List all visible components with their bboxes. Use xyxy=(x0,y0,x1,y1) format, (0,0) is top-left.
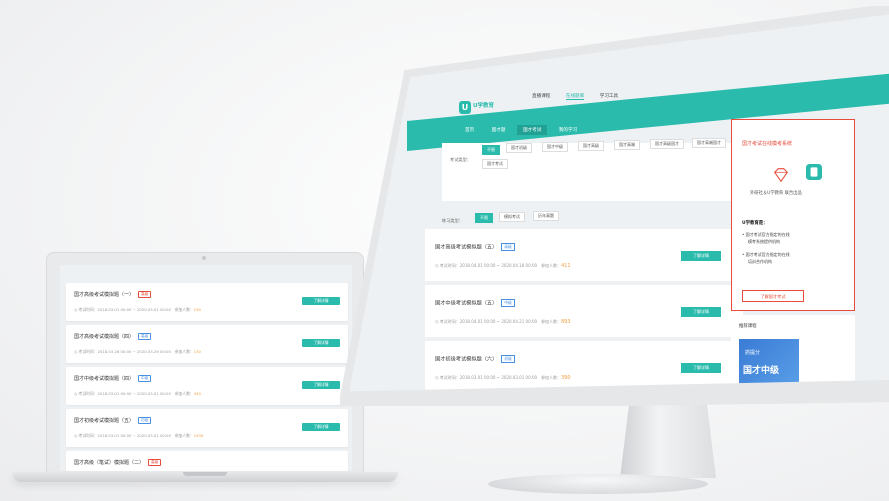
practice-chip[interactable]: 不限 xyxy=(475,213,493,223)
exam-card: 国才初级考试模拟题（五） 初级 ◷ 考试时间：2018.03.01 00:00 ~… xyxy=(66,409,348,447)
camera-icon xyxy=(202,256,206,260)
promo-heading: 国才考试在线模考系统 xyxy=(742,141,793,147)
main-tabs: 首页 国才题 国才考试 我的学习 xyxy=(459,125,587,135)
promo-item: 培训合作机构 xyxy=(748,259,772,264)
exam-meta: ◷ 考试时间：2018.03.28 00:00 ~ 2020.03.29 00:… xyxy=(74,349,201,354)
exam-title: 国才中级考试模拟题（五） 中级 xyxy=(435,299,515,307)
exam-card: 国才高级考试模拟题（一） 高级 ◷ 考试时间：2018.03.01 00:00 ~… xyxy=(66,283,348,321)
topnav-item-tools[interactable]: 学习工具 xyxy=(600,94,618,99)
filter-chip[interactable]: 国才考试 xyxy=(482,159,508,169)
top-nav: 直播课程 在线题库 学习工具 xyxy=(532,93,632,100)
topnav-item-live[interactable]: 直播课程 xyxy=(532,94,550,99)
laptop-device: 国才高级考试模拟题（一） 高级 ◷ 考试时间：2018.03.01 00:00 ~… xyxy=(12,252,398,490)
laptop-lid: 国才高级考试模拟题（一） 高级 ◷ 考试时间：2018.03.01 00:00 ~… xyxy=(46,252,364,474)
exam-tag: 高级 xyxy=(501,243,515,251)
exam-meta: ◷ 考试时间：2018.03.01 00:00 ~ 2020.03.01 00:… xyxy=(74,307,201,312)
filter-chip[interactable]: 国才高级 xyxy=(578,141,604,151)
exam-meta: ◷ 考试时间：2018.03.01 00:00 ~ 2020.03.01 00:… xyxy=(435,375,571,381)
topnav-item-bank[interactable]: 在线题库 xyxy=(565,94,585,100)
exam-title: 国才中级考试模拟题（四） 中级 xyxy=(74,375,152,382)
exam-card: 国才高级考试模拟题（五） 高级 ◷ 考试时间：2018.04.01 00:00 ~… xyxy=(425,229,743,281)
filter-chip[interactable]: 国才中级 xyxy=(542,142,568,152)
exam-title: 国才高级考试模拟题（五） 高级 xyxy=(435,243,515,251)
monitor-device: U U学教育 直播课程 在线题库 学习工具 首页 国才题 国才考试 我的学习 考… xyxy=(340,6,889,406)
logo-icon: U xyxy=(459,101,471,114)
exam-card: 国才中级考试模拟题（四） 中级 ◷ 考试时间：2018.03.01 00:00 ~… xyxy=(66,367,348,405)
exam-meta: ◷ 考试时间：2018.03.01 00:00 ~ 2020.03.01 00:… xyxy=(74,433,204,438)
filter-chip[interactable]: 国才高级国才 xyxy=(650,139,684,149)
tab-exam[interactable]: 国才考试 xyxy=(516,125,548,135)
promo-subtitle: 外研社＆U学教育 联合出品 xyxy=(750,191,802,196)
details-button[interactable]: 了解详情 xyxy=(302,339,340,347)
learn-exam-button[interactable]: 了解国才考试 xyxy=(742,290,804,302)
filter-chip[interactable]: 国才初级 xyxy=(506,143,532,153)
tab-questions[interactable]: 国才题 xyxy=(486,125,512,135)
recommended-heading: 推荐课程 xyxy=(739,324,757,329)
laptop-notch xyxy=(183,472,227,476)
promo-item: • 国才考试官方指定的在线 xyxy=(742,252,790,257)
exam-title: 国才初级考试模拟题（六） 初级 xyxy=(435,355,515,363)
mock-system-promo: 国才考试在线模考系统 外研社＆U学教育 联合出品 U学教育是： • 国才考试官方… xyxy=(731,119,855,311)
product-showcase: 国才高级考试模拟题（一） 高级 ◷ 考试时间：2018.03.01 00:00 ~… xyxy=(0,0,889,501)
details-button[interactable]: 了解详情 xyxy=(302,381,340,389)
filter-chip[interactable]: 国才高端 xyxy=(614,140,640,150)
filter-chip[interactable]: 不限 xyxy=(482,145,500,155)
details-button[interactable]: 了解详情 xyxy=(681,251,721,261)
filter-chip[interactable]: 国才高端国才 xyxy=(692,138,726,148)
exam-meta: ◷ 考试时间：2018.04.01 00:00 ~ 2020.04.18 00:… xyxy=(435,263,571,269)
diamond-icon xyxy=(773,168,789,183)
practice-chip[interactable]: 历年真题 xyxy=(533,211,559,221)
course-badge: 抓提分 xyxy=(745,350,761,356)
exam-card: 国才中级考试模拟题（五） 中级 ◷ 考试时间：2018.04.01 00:00 ~… xyxy=(425,285,743,337)
exam-card: 国才高级（笔试）模拟题（二） 高级 xyxy=(66,451,348,471)
promo-item: • 国才考试官方指定的在线 xyxy=(742,232,790,237)
exam-tag: 高级 xyxy=(138,333,152,340)
details-button[interactable]: 了解详情 xyxy=(302,423,340,431)
exam-tag: 中级 xyxy=(501,299,515,307)
course-title: 国才中级 xyxy=(743,366,780,376)
brand-logo[interactable]: U U学教育 xyxy=(459,101,494,114)
filter-panel: 考试类型： 不限 国才初级 国才中级 国才高级 国才高端 国才高级国才 国才高端… xyxy=(442,138,747,201)
exam-title: 国才初级考试模拟题（五） 初级 xyxy=(74,417,152,424)
promo-item: 模考系统提供机构 xyxy=(748,239,780,244)
tab-home[interactable]: 首页 xyxy=(459,125,480,135)
details-button[interactable]: 了解详情 xyxy=(681,363,721,373)
exam-tag: 初级 xyxy=(138,417,152,424)
exam-type-label: 考试类型： xyxy=(450,157,471,162)
monitor-stand-neck xyxy=(620,400,716,478)
exam-title: 国才高级考试模拟题（一） 高级 xyxy=(74,291,152,298)
exam-title: 国才高级（笔试）模拟题（二） 高级 xyxy=(74,459,162,466)
exam-tag: 初级 xyxy=(501,355,515,363)
u-logo-icon xyxy=(806,164,822,180)
exam-tag: 中级 xyxy=(138,375,152,382)
practice-chip[interactable]: 模拟考试 xyxy=(499,212,525,222)
exam-tag: 高级 xyxy=(138,291,152,298)
exam-meta: ◷ 考试时间：2018.04.01 00:00 ~ 2020.04.21 00:… xyxy=(435,319,571,325)
logo-text: U学教育 xyxy=(473,103,494,109)
practice-type-label: 练习类型： xyxy=(442,218,463,223)
laptop-screen: 国才高级考试模拟题（一） 高级 ◷ 考试时间：2018.03.01 00:00 ~… xyxy=(60,265,352,471)
promo-intro: U学教育是： xyxy=(742,221,768,226)
details-button[interactable]: 了解详情 xyxy=(681,307,721,317)
exam-card: 国才高级考试模拟题（四） 高级 ◷ 考试时间：2018.03.28 00:00 ~… xyxy=(66,325,348,363)
monitor-stand-base xyxy=(488,474,708,494)
exam-tag: 高级 xyxy=(148,459,162,466)
exam-title: 国才高级考试模拟题（四） 高级 xyxy=(74,333,152,340)
tab-my-study[interactable]: 我的学习 xyxy=(553,125,583,135)
exam-meta: ◷ 考试时间：2018.03.01 00:00 ~ 2020.03.01 00:… xyxy=(74,391,201,396)
details-button[interactable]: 了解详情 xyxy=(302,297,340,305)
